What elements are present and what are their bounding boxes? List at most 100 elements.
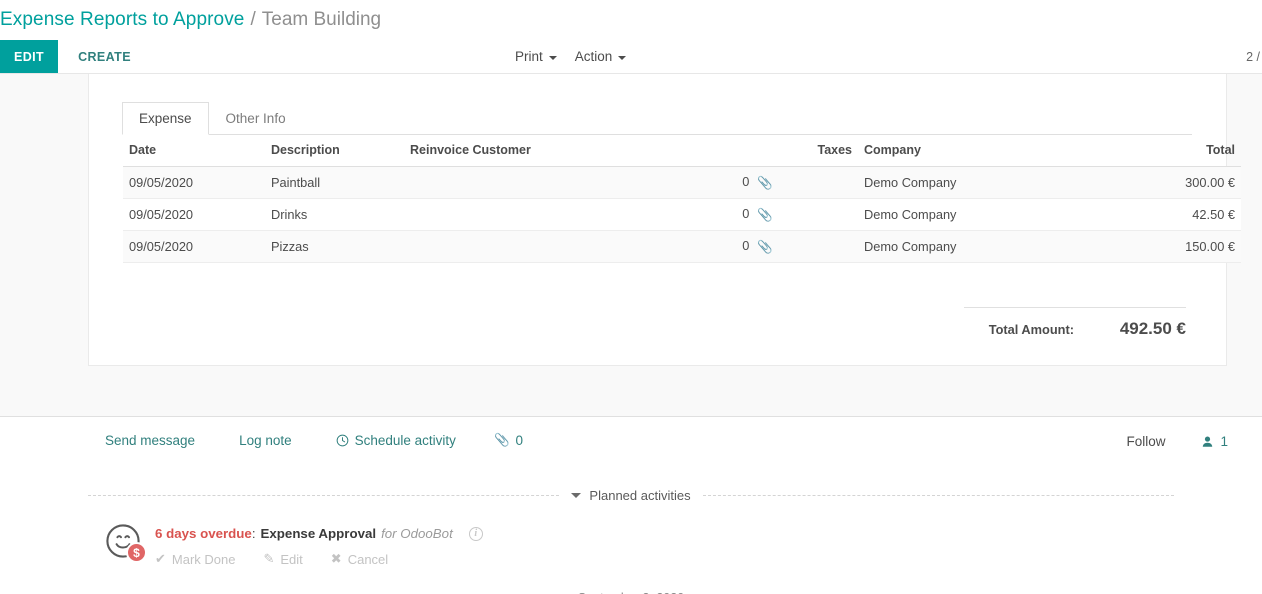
total-amount-value: 492.50 € — [1119, 319, 1186, 338]
times-icon: ✖ — [330, 551, 342, 566]
edit-activity-button[interactable]: ✎ Edit — [263, 551, 302, 567]
table-body: 09/05/2020 Paintball 0 📎 Demo Company 300… — [123, 166, 1241, 263]
separator-line-right — [702, 495, 1175, 496]
print-dropdown-label: Print — [515, 49, 543, 64]
send-message-button[interactable]: Send message — [105, 433, 195, 448]
notebook: Expense Other Info Date Description Rein… — [89, 74, 1241, 339]
column-header-taxes[interactable]: Taxes — [779, 135, 858, 167]
schedule-activity-button[interactable]: Schedule activity — [336, 433, 456, 448]
activity-colon: : — [251, 526, 256, 541]
paperclip-icon[interactable]: 📎 — [757, 240, 773, 255]
attachments-button[interactable]: 📎 0 — [494, 433, 523, 448]
attachment-count: 0 — [742, 206, 750, 221]
action-dropdown[interactable]: Action — [575, 49, 627, 64]
breadcrumb-parent-link[interactable]: Expense Reports to Approve — [0, 9, 244, 31]
paperclip-icon[interactable]: 📎 — [757, 208, 773, 223]
totals-section: Total Amount: 492.50 € — [123, 307, 1192, 339]
notebook-tabs: Expense Other Info — [122, 102, 1192, 135]
separator-line-left — [88, 495, 560, 496]
breadcrumb-separator: / — [250, 9, 256, 30]
activity-summary: Expense Approval — [260, 526, 377, 541]
chatter-toolbar: Send message Log note Schedule activity … — [0, 417, 1262, 458]
edit-activity-label: Edit — [280, 551, 303, 567]
follow-button[interactable]: Follow — [1120, 433, 1171, 450]
chevron-down-icon — [548, 55, 557, 60]
table-header-row: Date Description Reinvoice Customer Taxe… — [123, 135, 1241, 167]
cell-taxes — [779, 198, 858, 231]
attachment-count-label: 0 — [515, 433, 524, 448]
cell-date: 09/05/2020 — [123, 166, 265, 199]
cell-description: Paintball — [265, 166, 404, 199]
cell-description: Drinks — [265, 198, 404, 231]
chatter-follow-group: Follow 1 — [1120, 433, 1228, 450]
control-panel-dropdowns: Print Action — [515, 40, 627, 73]
column-header-total[interactable]: Total — [1131, 135, 1241, 167]
cell-reinvoice-customer — [404, 198, 728, 231]
pager[interactable]: 2 / — [1246, 40, 1262, 73]
followers-count: 1 — [1220, 434, 1228, 449]
cell-taxes — [779, 230, 858, 263]
cell-company: Demo Company — [858, 198, 1131, 231]
followers-button[interactable]: 1 — [1201, 434, 1228, 449]
attachment-count: 0 — [742, 174, 750, 189]
cell-date: 09/05/2020 — [123, 230, 265, 263]
planned-activities-toggle[interactable]: Planned activities — [559, 488, 702, 503]
cell-reinvoice-customer — [404, 230, 728, 263]
print-dropdown[interactable]: Print — [515, 49, 557, 64]
cell-total: 150.00 € — [1131, 230, 1241, 263]
activity-actions: ✔ Mark Done ✎ Edit ✖ Cancel — [155, 551, 1228, 567]
edit-button[interactable]: EDIT — [0, 40, 59, 73]
chevron-down-icon — [618, 55, 627, 60]
planned-activities-separator: Planned activities — [0, 488, 1262, 503]
cell-attachments: 0 📎 — [728, 198, 779, 231]
activity-headline: 6 days overdue : Expense Approval for Od… — [155, 526, 1228, 541]
column-header-company[interactable]: Company — [858, 135, 1131, 167]
cancel-activity-button[interactable]: ✖ Cancel — [331, 551, 388, 567]
tab-other-info[interactable]: Other Info — [209, 102, 303, 135]
cell-reinvoice-customer — [404, 166, 728, 199]
cell-date: 09/05/2020 — [123, 198, 265, 231]
log-note-button[interactable]: Log note — [239, 433, 292, 448]
column-header-date[interactable]: Date — [123, 135, 265, 167]
activity-content: 6 days overdue : Expense Approval for Od… — [155, 525, 1228, 567]
paperclip-icon: 📎 — [493, 433, 510, 447]
cell-attachments: 0 📎 — [728, 166, 779, 199]
column-header-reinvoice-customer[interactable]: Reinvoice Customer — [404, 135, 728, 167]
caret-down-icon — [571, 493, 582, 498]
breadcrumb-current: Team Building — [261, 9, 382, 30]
table-row[interactable]: 09/05/2020 Paintball 0 📎 Demo Company 300… — [123, 166, 1241, 199]
totals-box: Total Amount: 492.50 € — [964, 307, 1186, 339]
clock-icon — [336, 434, 348, 447]
activity-item: $ 6 days overdue : Expense Approval for … — [0, 503, 1262, 567]
activity-assignee: for OdooBot — [381, 526, 453, 541]
user-icon — [1203, 436, 1213, 447]
breadcrumb: Expense Reports to Approve / Team Buildi… — [0, 0, 1262, 40]
form-body: Expense Other Info Date Description Rein… — [0, 74, 1262, 416]
cell-company: Demo Company — [858, 166, 1131, 199]
cell-total: 300.00 € — [1131, 166, 1241, 199]
cell-company: Demo Company — [858, 230, 1131, 263]
form-sheet: Expense Other Info Date Description Rein… — [88, 74, 1241, 366]
mark-done-button[interactable]: ✔ Mark Done — [155, 551, 235, 567]
tab-expense[interactable]: Expense — [122, 102, 209, 135]
odoo-form-view: Expense Reports to Approve / Team Buildi… — [0, 0, 1262, 594]
planned-activities-title: Planned activities — [589, 488, 691, 503]
totals-divider — [964, 307, 1186, 308]
total-amount-label: Total Amount: — [988, 322, 1074, 337]
column-header-description[interactable]: Description — [265, 135, 404, 167]
column-header-attachments — [728, 135, 779, 167]
control-panel: EDIT CREATE Print Action 2 / — [0, 40, 1262, 74]
chatter: Send message Log note Schedule activity … — [0, 416, 1262, 594]
info-icon[interactable]: i — [468, 526, 483, 541]
create-button[interactable]: CREATE — [64, 40, 145, 73]
table-row[interactable]: 09/05/2020 Pizzas 0 📎 Demo Company 150.00… — [123, 230, 1241, 263]
activity-overdue-label: 6 days overdue — [155, 526, 252, 541]
table-row[interactable]: 09/05/2020 Drinks 0 📎 Demo Company 42.50 … — [123, 198, 1241, 231]
table-header: Date Description Reinvoice Customer Taxe… — [123, 135, 1241, 167]
dollar-badge-icon: $ — [126, 542, 147, 563]
action-dropdown-label: Action — [574, 49, 613, 64]
attachment-count: 0 — [742, 238, 750, 253]
avatar[interactable]: $ — [105, 523, 147, 563]
paperclip-icon[interactable]: 📎 — [757, 176, 773, 191]
cancel-activity-label: Cancel — [347, 551, 389, 567]
